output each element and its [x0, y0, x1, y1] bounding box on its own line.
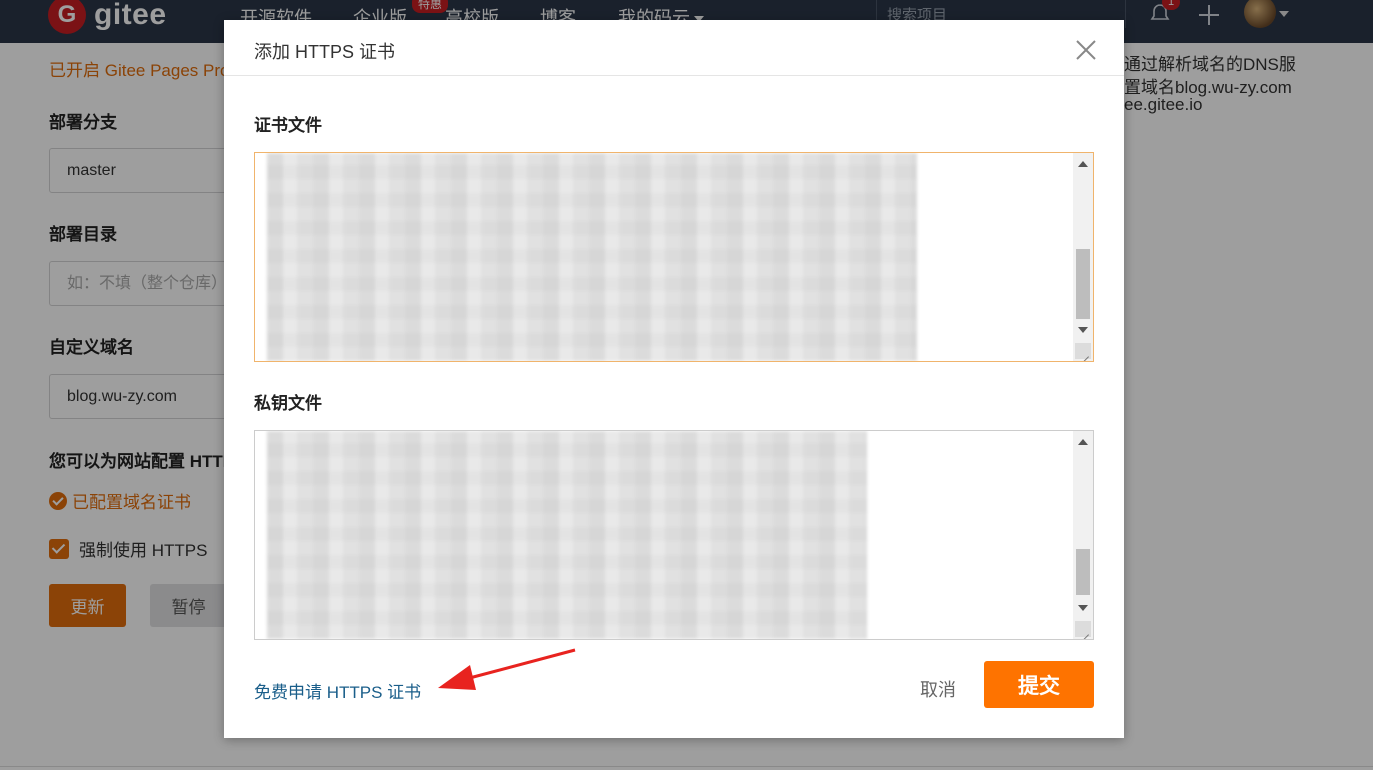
close-icon[interactable] [1074, 38, 1098, 62]
https-cert-dialog: 添加 HTTPS 证书 证书文件 私钥文件 免费申请 HTTPS 证书 取消 提… [224, 20, 1124, 738]
resize-grip-icon[interactable] [1075, 343, 1091, 359]
dialog-title: 添加 HTTPS 证书 [254, 42, 396, 62]
cancel-button[interactable]: 取消 [920, 676, 956, 702]
free-cert-link[interactable]: 免费申请 HTTPS 证书 [254, 678, 421, 703]
scroll-thumb[interactable] [1076, 249, 1090, 319]
submit-button[interactable]: 提交 [984, 661, 1094, 708]
scroll-down-icon[interactable] [1078, 327, 1088, 333]
scroll-up-icon[interactable] [1078, 439, 1088, 445]
cert-textarea-scrollbar[interactable] [1073, 153, 1093, 361]
resize-grip-icon[interactable] [1075, 621, 1091, 637]
cert-file-textarea[interactable] [254, 152, 1094, 362]
cert-file-label: 证书文件 [254, 116, 322, 135]
redacted-key-content [267, 431, 867, 639]
private-key-label: 私钥文件 [254, 394, 322, 413]
scroll-down-icon[interactable] [1078, 605, 1088, 611]
scroll-thumb[interactable] [1076, 549, 1090, 595]
scroll-up-icon[interactable] [1078, 161, 1088, 167]
redacted-cert-content [267, 153, 917, 361]
private-key-textarea[interactable] [254, 430, 1094, 640]
dialog-header: 添加 HTTPS 证书 [224, 20, 1124, 76]
key-textarea-scrollbar[interactable] [1073, 431, 1093, 639]
